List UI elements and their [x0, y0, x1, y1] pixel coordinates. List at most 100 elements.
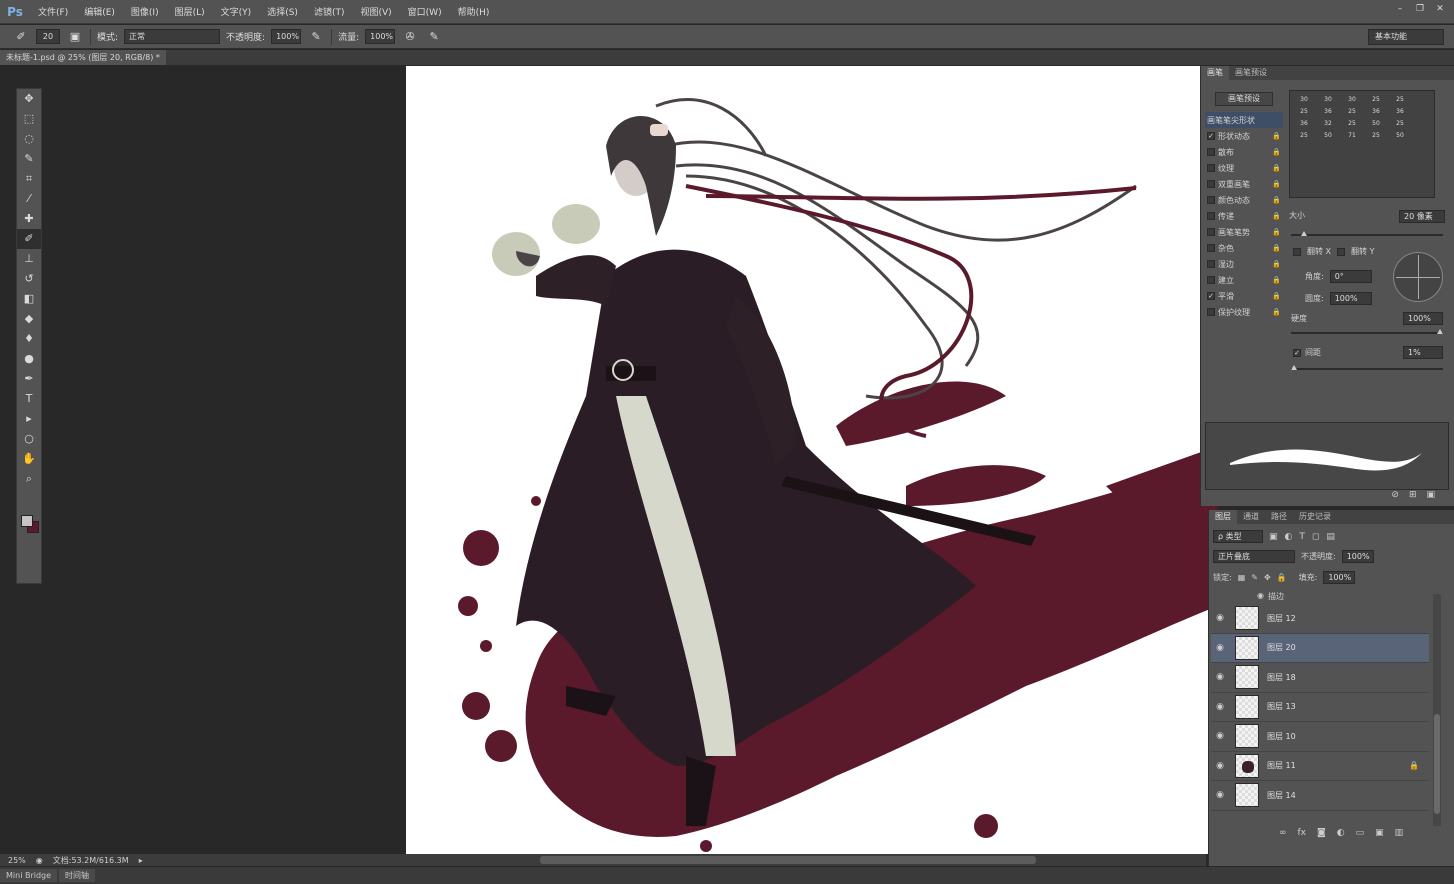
layer-row[interactable]: ◉ 图层 12 [1211, 604, 1429, 634]
brush-tip[interactable]: 30 [1293, 94, 1315, 106]
brush-option-row[interactable]: 画笔笔尖形状 [1205, 112, 1283, 128]
brush-option-checkbox[interactable] [1207, 244, 1215, 252]
spacing-field[interactable]: 1% [1403, 346, 1443, 359]
status-menu-arrow-icon[interactable]: ▸ [139, 856, 143, 865]
airbrush-icon[interactable]: ✇ [401, 29, 419, 45]
tab-brush[interactable]: 画笔 [1201, 66, 1229, 80]
shape-tool-icon[interactable]: ○ [17, 429, 41, 449]
pen-tool-icon[interactable]: ✒ [17, 369, 41, 389]
brush-tip[interactable]: 36 [1365, 106, 1387, 118]
angle-roundness-widget[interactable] [1393, 252, 1443, 302]
layer-style-icon[interactable]: fx [1298, 828, 1307, 838]
brush-option-checkbox[interactable]: ✓ [1207, 292, 1215, 300]
layer-row[interactable]: ◉ 图层 18 [1211, 663, 1429, 693]
menu-item[interactable]: 文件(F) [30, 5, 76, 18]
flip-x-checkbox[interactable] [1293, 247, 1301, 256]
layer-name[interactable]: 图层 14 [1267, 790, 1296, 801]
brush-tip[interactable] [1413, 118, 1435, 130]
slider-knob[interactable] [1437, 329, 1443, 334]
workspace-select[interactable]: 基本功能 [1368, 29, 1444, 45]
layer-opacity-field[interactable]: 100% [1341, 550, 1374, 563]
effect-eye-icon[interactable]: ◉ [1257, 591, 1264, 602]
layer-name[interactable]: 图层 13 [1267, 701, 1296, 712]
brush-tip[interactable]: 30 [1317, 94, 1339, 106]
brush-option-checkbox[interactable] [1207, 148, 1215, 156]
layer-name[interactable]: 图层 20 [1267, 642, 1296, 653]
brush-option-row[interactable]: 建立 🔒 [1205, 272, 1283, 288]
tab-layers[interactable]: 图层 [1209, 510, 1237, 524]
stamp-tool-icon[interactable]: ⊥ [17, 249, 41, 269]
slider-knob[interactable] [1291, 365, 1297, 370]
visibility-eye-icon[interactable]: ◉ [1211, 702, 1229, 712]
brush-tip[interactable] [1413, 94, 1435, 106]
menu-item[interactable]: 窗口(W) [400, 5, 450, 18]
toggle-preview-icon[interactable]: ⊘ [1391, 490, 1399, 504]
layer-filter-select[interactable]: ρ 类型 [1213, 530, 1263, 543]
brush-tip[interactable]: 25 [1341, 118, 1363, 130]
layer-name[interactable]: 图层 11 [1267, 760, 1296, 771]
layer-name[interactable]: 图层 12 [1267, 613, 1296, 624]
brush-tip[interactable]: 32 [1317, 118, 1339, 130]
fill-field[interactable]: 100% [1323, 571, 1356, 584]
visibility-eye-icon[interactable]: ◉ [1211, 761, 1229, 771]
visibility-eye-icon[interactable]: ◉ [1211, 643, 1229, 653]
spacing-checkbox[interactable]: ✓ [1293, 348, 1301, 357]
link-layers-icon[interactable]: ∞ [1279, 828, 1287, 838]
lock-icon[interactable]: 🔒 [1272, 180, 1281, 188]
brush-size-picker[interactable]: 20 [36, 29, 60, 44]
opacity-field[interactable]: 100% [271, 29, 302, 44]
layer-row[interactable]: ◉ 图层 13 [1211, 693, 1429, 722]
artwork-canvas[interactable] [406, 66, 1218, 854]
brush-option-checkbox[interactable] [1207, 180, 1215, 188]
visibility-eye-icon[interactable]: ◉ [1211, 672, 1229, 682]
brush-option-checkbox[interactable] [1207, 196, 1215, 204]
tab-paths[interactable]: 路径 [1265, 510, 1293, 524]
quick-select-tool-icon[interactable]: ✎ [17, 149, 41, 169]
visibility-eye-icon[interactable]: ◉ [1211, 731, 1229, 741]
layer-name[interactable]: 图层 10 [1267, 731, 1296, 742]
move-tool-icon[interactable]: ✥ [17, 89, 41, 109]
menu-item[interactable]: 选择(S) [259, 5, 306, 18]
brush-option-checkbox[interactable] [1207, 308, 1215, 316]
brush-tip[interactable]: 50 [1317, 130, 1339, 142]
history-brush-tool-icon[interactable]: ↺ [17, 269, 41, 289]
marquee-tool-icon[interactable]: ⬚ [17, 109, 41, 129]
lock-icon[interactable]: 🔒 [1272, 148, 1281, 156]
brush-tool-icon[interactable]: ✐ [17, 229, 41, 249]
eraser-tool-icon[interactable]: ◧ [17, 289, 41, 309]
lock-icon[interactable]: 🔒 [1272, 292, 1281, 300]
hand-tool-icon[interactable]: ✋ [17, 449, 41, 469]
lasso-tool-icon[interactable]: ◌ [17, 129, 41, 149]
brush-tip[interactable] [1413, 106, 1435, 118]
brush-option-checkbox[interactable]: ✓ [1207, 132, 1215, 140]
brush-option-row[interactable]: 保护纹理 🔒 [1205, 304, 1283, 320]
brush-option-row[interactable]: 传递 🔒 [1205, 208, 1283, 224]
visibility-eye-icon[interactable]: ◉ [1211, 790, 1229, 800]
lock-icon[interactable]: 🔒 [1272, 260, 1281, 268]
menu-item[interactable]: 图层(L) [167, 5, 213, 18]
brush-preset-icon[interactable]: ✐ [12, 29, 30, 45]
brush-tip[interactable]: 36 [1389, 106, 1411, 118]
layer-row[interactable]: ◉ 图层 20 [1211, 633, 1429, 663]
type-tool-icon[interactable]: T [17, 389, 41, 409]
brush-tip[interactable]: 50 [1365, 118, 1387, 130]
brush-tip[interactable]: 36 [1317, 106, 1339, 118]
eyedropper-tool-icon[interactable]: ⁄ [17, 189, 41, 209]
brush-tip[interactable]: 25 [1389, 94, 1411, 106]
new-preset-icon[interactable]: ▣ [1426, 490, 1435, 504]
roundness-field[interactable]: 100% [1329, 292, 1372, 305]
brush-option-row[interactable]: 杂色 🔒 [1205, 240, 1283, 256]
brush-option-checkbox[interactable] [1207, 212, 1215, 220]
lock-icon[interactable]: 🔒 [1272, 132, 1281, 140]
lock-icon[interactable]: 🔒 [1272, 276, 1281, 284]
layer-name[interactable]: 图层 18 [1267, 672, 1296, 683]
slider-knob[interactable] [1301, 231, 1307, 236]
blur-tool-icon[interactable]: ♦ [17, 329, 41, 349]
brush-tip[interactable]: 30 [1341, 94, 1363, 106]
lock-icons[interactable]: ▦✎✥🔒 [1238, 573, 1293, 582]
pressure-size-icon[interactable]: ✎ [425, 29, 443, 45]
menu-item[interactable]: 文字(Y) [213, 5, 260, 18]
brush-option-row[interactable]: ✓ 平滑 🔒 [1205, 288, 1283, 304]
restore-button[interactable]: ❐ [1412, 3, 1428, 15]
angle-field[interactable]: 0° [1329, 270, 1372, 283]
